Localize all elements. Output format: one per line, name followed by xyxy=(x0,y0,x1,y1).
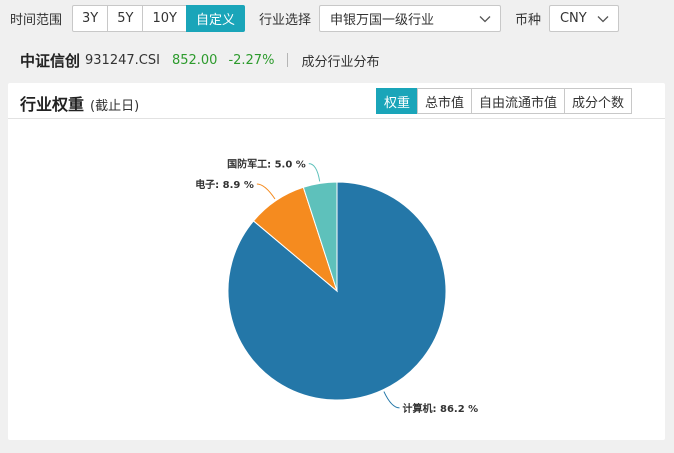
panel-title-note: (截止日) xyxy=(90,99,140,114)
tab-constituent-count[interactable]: 成分个数 xyxy=(564,88,633,114)
chevron-down-icon xyxy=(596,12,610,26)
index-code: 931247.CSI xyxy=(85,52,160,68)
chevron-down-icon xyxy=(478,12,492,26)
time-range-group: 3Y 5Y 10Y 自定义 xyxy=(72,5,245,32)
industry-weight-panel: 行业权重 (截止日) 权重 总市值 自由流通市值 成分个数 计算机: 86.2 %… xyxy=(8,83,665,440)
panel-header: 行业权重 (截止日) 权重 总市值 自由流通市值 成分个数 xyxy=(8,83,665,119)
industry-select[interactable]: 申银万国一级行业 xyxy=(318,5,501,32)
slice-label-computer: 计算机: 86.2 % xyxy=(403,402,479,415)
index-name: 中证信创 xyxy=(20,51,81,70)
currency-select[interactable]: CNY xyxy=(548,5,619,32)
index-subtitle: 成分行业分布 xyxy=(301,54,380,70)
divider xyxy=(287,53,289,67)
time-range-label: 时间范围 xyxy=(10,13,63,28)
range-5y-button[interactable]: 5Y xyxy=(107,5,144,32)
slice-label-defense: 国防军工: 5.0 % xyxy=(227,158,306,171)
panel-title-text: 行业权重 xyxy=(20,95,85,114)
leader-line-electronics xyxy=(256,183,276,200)
slice-label-electronics: 电子: 8.9 % xyxy=(195,178,254,191)
toolbar: 时间范围 3Y 5Y 10Y 自定义 行业选择 申银万国一级行业 币种 CNY xyxy=(0,0,674,37)
industry-weight-pie-chart: 计算机: 86.2 % 电子: 8.9 % 国防军工: 5.0 % xyxy=(195,158,479,415)
tab-weight[interactable]: 权重 xyxy=(376,88,419,114)
tab-total-market-cap[interactable]: 总市值 xyxy=(417,88,473,114)
leader-line-computer xyxy=(383,391,400,409)
range-10y-button[interactable]: 10Y xyxy=(142,5,187,32)
index-info-bar: 中证信创 931247.CSI 852.00 -2.27% 成分行业分布 xyxy=(0,45,674,75)
currency-select-value: CNY xyxy=(559,11,587,26)
index-change: -2.27% xyxy=(228,52,275,68)
panel-title: 行业权重 (截止日) xyxy=(20,91,139,115)
range-custom-button[interactable]: 自定义 xyxy=(185,5,245,32)
currency-label: 币种 xyxy=(514,13,541,28)
tab-free-float-market-cap[interactable]: 自由流通市值 xyxy=(471,88,566,114)
index-price: 852.00 xyxy=(171,52,218,68)
industry-select-value: 申银万国一级行业 xyxy=(329,13,434,28)
range-3y-button[interactable]: 3Y xyxy=(72,5,109,32)
industry-select-label: 行业选择 xyxy=(258,13,311,28)
metric-tabs: 权重 总市值 自由流通市值 成分个数 xyxy=(376,88,633,114)
leader-line-defense xyxy=(308,163,321,182)
